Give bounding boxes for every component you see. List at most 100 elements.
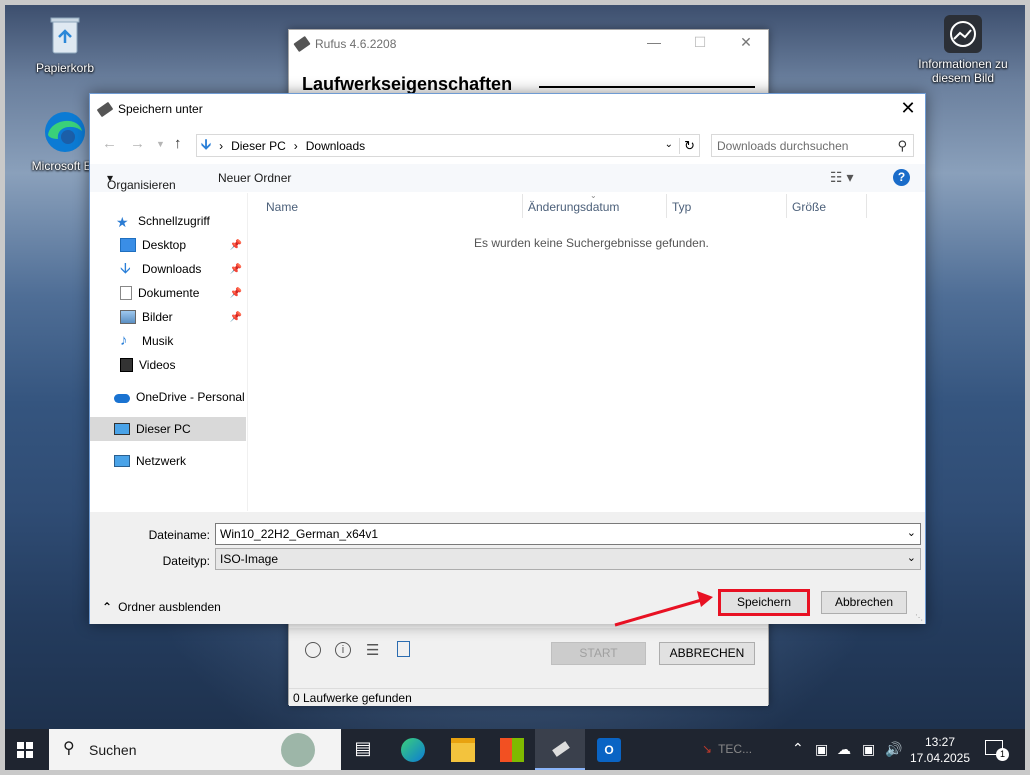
clock-date: 17.04.2025 [909,751,971,765]
nav-item-pictures[interactable]: Bilder 📌 [90,305,246,329]
nav-item-videos[interactable]: Videos [90,353,246,377]
filetype-select[interactable]: ISO-Image ⌄ [215,548,921,570]
nav-item-this-pc[interactable]: Dieser PC [90,417,246,441]
settings-sliders-icon[interactable]: ☰ [366,641,379,659]
nav-item-music[interactable]: ♪ Musik [90,329,246,353]
taskbar-search-label: Suchen [89,742,137,758]
column-separator [866,194,867,218]
outlook-icon[interactable]: O [597,738,621,762]
pin-icon[interactable]: 📌 [230,312,242,323]
column-header-modified[interactable]: Änderungsdatum [528,200,619,214]
filename-input[interactable]: Win10_22H2_German_x64v1 ⌄ [215,523,921,545]
taskbar-search-box[interactable]: ⚲ Suchen [49,729,341,770]
nav-item-documents[interactable]: Dokumente 📌 [90,281,246,305]
start-button[interactable]: START [551,642,646,665]
rufus-cancel-button[interactable]: ABBRECHEN [659,642,755,665]
refresh-icon[interactable]: ↻ [679,138,695,154]
usb-drive-icon [293,35,311,53]
tray-chevron-up-icon[interactable]: ⌃ [792,740,804,757]
address-dropdown-icon[interactable]: ⌄ [665,139,673,150]
chevron-down-icon[interactable]: ▼ [156,139,165,149]
empty-results-message: Es wurden keine Suchergebnisse gefunden. [474,236,709,250]
clock-time: 13:27 [924,735,956,749]
pin-icon[interactable]: 📌 [230,288,242,299]
dialog-close-icon[interactable]: ✕ [897,98,919,120]
nav-onedrive-label: OneDrive - Personal [136,390,245,404]
start-windows-icon[interactable] [17,742,33,758]
close-icon[interactable]: ✕ [723,34,769,51]
rufus-status-bar: 0 Laufwerke gefunden [289,688,768,706]
nav-item-desktop[interactable]: Desktop 📌 [90,233,246,257]
log-icon[interactable] [397,641,410,657]
nav-item-downloads[interactable]: 🡫 Downloads 📌 [90,257,246,281]
address-bar[interactable]: 🡫 › Dieser PC › Downloads ⌄ ↻ [196,134,700,157]
rufus-titlebar[interactable]: Rufus 4.6.2208 — ☐ ✕ [289,30,768,58]
filetype-label: Dateityp: [162,554,210,568]
filename-value: Win10_22H2_German_x64v1 [220,527,379,541]
nav-videos-label: Videos [139,358,176,372]
status-text: 0 Laufwerke gefunden [293,691,412,705]
nav-item-onedrive[interactable]: OneDrive - Personal [90,385,246,409]
view-options-icon[interactable]: ☷ ▾ [830,169,853,186]
clock[interactable]: 13:27 17.04.2025 [909,734,971,766]
cancel-button[interactable]: Abbrechen [821,591,907,614]
tray-usb-icon[interactable]: ▣ [815,741,828,758]
column-separator [786,194,787,218]
recycle-bin-shortcut[interactable]: Papierkorb [25,13,105,75]
back-arrow-icon[interactable]: ← [102,135,117,152]
task-view-icon[interactable]: ▤ [351,738,375,762]
save-button[interactable]: Speichern [718,589,810,616]
forward-arrow-icon[interactable]: → [130,135,145,152]
pin-icon[interactable]: 📌 [230,264,242,275]
computer-icon [114,423,130,435]
dialog-titlebar[interactable]: Speichern unter [90,94,925,124]
navigation-pane: ★ Schnellzugriff Desktop 📌 🡫 Downloads 📌… [90,193,248,511]
search-input[interactable]: Downloads durchsuchen ⚲ [711,134,914,157]
search-icon: ⚲ [63,740,75,757]
breadcrumb-downloads[interactable]: Downloads [306,139,365,153]
column-separator [666,194,667,218]
maximize-icon[interactable]: ☐ [677,34,723,51]
help-icon[interactable]: ? [893,169,910,186]
nav-desktop-label: Desktop [142,238,187,252]
tray-volume-icon[interactable]: 🔊 [885,741,902,758]
annotation-arrow [614,591,713,627]
save-as-dialog: Speichern unter ✕ ← → ▼ ↑ 🡫 › Dieser PC … [89,93,926,624]
filename-label: Dateiname: [148,528,210,542]
up-arrow-icon[interactable]: ↑ [174,135,182,152]
new-folder-button[interactable]: Neuer Ordner [218,171,291,185]
tray-onedrive-icon[interactable]: ☁ [837,741,851,758]
notification-icon[interactable]: 1 [985,740,1009,761]
command-bar: Organisieren ▾ Neuer Ordner ☷ ▾ ? [90,164,925,192]
chevron-down-icon[interactable]: ⌄ [907,526,916,539]
file-explorer-icon[interactable] [451,738,475,762]
tray-weather-widget[interactable]: ↘ TEC... [702,742,752,756]
pin-icon[interactable]: 📌 [230,240,242,251]
nav-this-pc-label: Dieser PC [136,422,191,436]
minimize-icon[interactable]: — [631,34,677,50]
edge-taskbar-icon[interactable] [401,738,425,762]
star-icon: ★ [116,214,129,230]
column-header-size[interactable]: Größe [792,200,826,214]
organize-menu[interactable]: Organisieren ▾ [107,171,176,192]
cloud-icon [114,393,130,403]
spotlight-info-shortcut[interactable]: Informationen zu diesem Bild [913,15,1013,85]
chevron-down-icon[interactable]: ⌄ [907,551,916,564]
chevron-right-icon: › [219,138,224,153]
rufus-taskbar-button[interactable] [535,729,585,770]
tray-network-icon[interactable]: ▣ [862,741,875,758]
resize-grip-icon[interactable]: ⋱ [915,613,923,622]
column-header-name[interactable]: Name [266,200,298,214]
edge-icon [42,109,88,155]
breadcrumb-this-pc[interactable]: Dieser PC [231,139,286,153]
nav-item-quick-access[interactable]: ★ Schnellzugriff [90,209,246,233]
hide-folders-toggle[interactable]: ⌃ Ordner ausblenden [102,600,221,614]
sort-indicator-icon: ⌄ [590,191,597,200]
filetype-value: ISO-Image [220,552,279,566]
globe-icon[interactable] [305,642,321,658]
recycle-bin-icon [47,13,83,57]
store-icon[interactable] [500,738,524,762]
nav-item-network[interactable]: Netzwerk [90,449,246,473]
info-icon[interactable]: i [335,642,351,658]
column-header-type[interactable]: Typ [672,200,691,214]
